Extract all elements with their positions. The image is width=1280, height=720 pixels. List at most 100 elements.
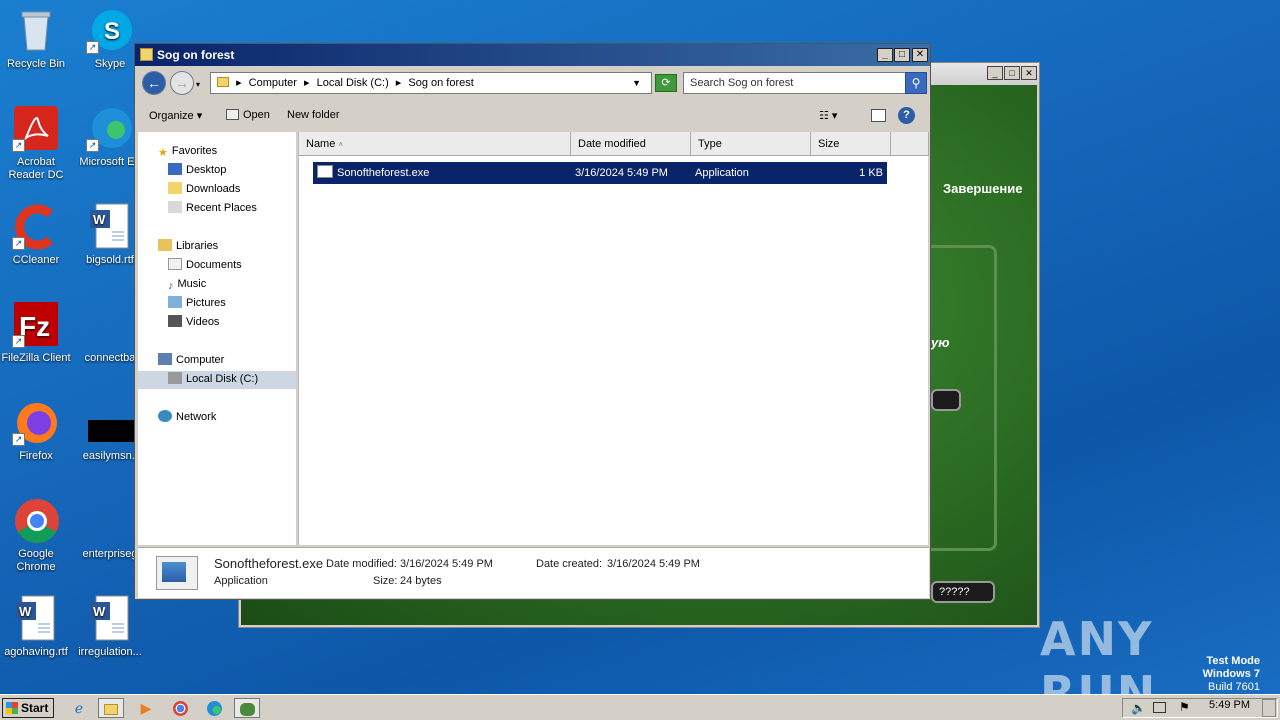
action-center-flag-icon[interactable]: ⚑ xyxy=(1179,700,1190,714)
sidebar-item-local-disk[interactable]: Local Disk (C:) xyxy=(138,371,296,389)
open-button[interactable]: Open xyxy=(226,109,270,121)
details-size-value: 24 bytes xyxy=(400,575,442,587)
organize-button[interactable]: Organize ▾ xyxy=(149,109,202,122)
details-size-label: Size: xyxy=(373,575,398,587)
maximize-button[interactable]: □ xyxy=(894,48,910,62)
preview-pane-icon[interactable] xyxy=(871,109,886,122)
column-header-blank xyxy=(891,132,929,156)
breadcrumb-folder[interactable]: Sog on forest xyxy=(408,77,473,89)
help-icon[interactable]: ? xyxy=(898,107,915,124)
folder-icon xyxy=(140,48,153,61)
breadcrumb-computer[interactable]: Computer xyxy=(249,77,297,89)
application-icon xyxy=(317,165,333,178)
file-date-cell: 3/16/2024 5:49 PM xyxy=(575,167,668,179)
pictures-icon xyxy=(168,296,182,308)
desktop-icon-agohaving[interactable]: W agohaving.rtf xyxy=(0,594,74,659)
word-document-icon: W xyxy=(12,594,60,642)
sidebar-item-computer[interactable]: Computer xyxy=(158,352,224,370)
search-input[interactable]: Search Sog on forest xyxy=(683,72,906,94)
folder-icon xyxy=(217,77,229,87)
svg-text:W: W xyxy=(19,604,32,619)
sidebar-item-favorites[interactable]: ★ Favorites xyxy=(158,143,217,161)
shortcut-arrow-icon: ↗ xyxy=(86,139,99,152)
acrobat-icon: ↗ xyxy=(12,104,60,152)
sidebar-item-videos[interactable]: Videos xyxy=(168,314,219,332)
details-type: Application xyxy=(214,575,268,587)
sidebar-item-pictures[interactable]: Pictures xyxy=(168,295,226,313)
breadcrumb-local-disk[interactable]: Local Disk (C:) xyxy=(317,77,389,89)
desktop-icon-irregulation[interactable]: W irregulation... xyxy=(72,594,148,659)
recent-places-icon xyxy=(168,201,182,213)
table-row[interactable]: Sonoftheforest.exe 3/16/2024 5:49 PM App… xyxy=(313,162,887,184)
search-icon[interactable]: ⚲ xyxy=(905,72,927,94)
file-list[interactable]: Name ˄ Date modified Type Size Sonofthef… xyxy=(298,132,929,545)
details-pane: Sonoftheforest.exe Application Date modi… xyxy=(138,547,929,598)
clock[interactable]: 5:49 PM xyxy=(1209,698,1250,712)
videos-icon xyxy=(168,315,182,327)
network-tray-icon[interactable] xyxy=(1153,702,1166,713)
sidebar-item-documents[interactable]: Documents xyxy=(168,257,242,275)
test-mode-watermark: Test Mode Windows 7 Build 7601 xyxy=(1202,655,1260,693)
explorer-titlebar[interactable]: Sog on forest _ □ ✕ xyxy=(135,44,930,66)
finish-button[interactable]: Завершение xyxy=(943,181,1023,196)
star-icon: ★ xyxy=(158,147,168,159)
green-app-taskbar-icon[interactable] xyxy=(234,698,260,718)
address-bar[interactable]: ▸ Computer ▸ Local Disk (C:) ▸ Sog on fo… xyxy=(210,72,652,94)
downloads-icon xyxy=(168,182,182,194)
windows-logo-icon xyxy=(6,702,18,714)
address-dropdown-icon[interactable]: ▼ xyxy=(632,73,641,93)
media-player-icon[interactable]: ▶ xyxy=(133,698,159,718)
sidebar-item-libraries[interactable]: Libraries xyxy=(158,238,218,256)
desktop-icon-filezilla[interactable]: Fz ↗ FileZilla Client xyxy=(0,300,74,365)
details-filename: Sonoftheforest.exe xyxy=(214,556,324,571)
close-button[interactable]: ✕ xyxy=(1021,66,1037,80)
sidebar-item-desktop[interactable]: Desktop xyxy=(168,162,226,180)
minimize-button[interactable]: _ xyxy=(877,48,893,62)
new-folder-button[interactable]: New folder xyxy=(287,109,340,121)
desktop-icon xyxy=(168,163,182,175)
sidebar-item-music[interactable]: ♪ Music xyxy=(168,276,206,294)
edge-icon: ↗ xyxy=(86,104,134,152)
desktop-icon-acrobat[interactable]: ↗ Acrobat Reader DC xyxy=(0,104,74,182)
desktop-icon-ccleaner[interactable]: ↗ CCleaner xyxy=(0,202,74,267)
column-header-name[interactable]: Name ˄ xyxy=(299,132,571,156)
shortcut-arrow-icon: ↗ xyxy=(12,433,25,446)
back-arrow-icon[interactable]: ← xyxy=(142,71,166,95)
input-pill[interactable] xyxy=(931,389,961,411)
forward-arrow-icon[interactable]: → xyxy=(170,71,194,95)
blank-file-icon xyxy=(86,300,134,348)
desktop-icon-firefox[interactable]: ↗ Firefox xyxy=(0,398,74,463)
sidebar-item-network[interactable]: Network xyxy=(158,409,216,427)
file-type-cell: Application xyxy=(695,167,749,179)
start-button[interactable]: Start xyxy=(2,698,54,718)
sort-arrow-icon: ˄ xyxy=(338,140,344,149)
sidebar-item-recent-places[interactable]: Recent Places xyxy=(168,200,257,218)
explorer-taskbar-icon[interactable] xyxy=(98,698,124,718)
svg-text:W: W xyxy=(93,212,106,227)
view-options-icon[interactable]: ☷ ▾ xyxy=(819,109,837,122)
maximize-button[interactable]: □ xyxy=(1004,66,1020,80)
volume-icon[interactable]: 🔈 xyxy=(1131,701,1146,715)
internet-explorer-icon[interactable]: ℯ xyxy=(66,698,92,718)
svg-text:W: W xyxy=(93,604,106,619)
close-button[interactable]: ✕ xyxy=(912,48,928,62)
sidebar-item-downloads[interactable]: Downloads xyxy=(168,181,240,199)
desktop-icon-recycle-bin[interactable]: Recycle Bin xyxy=(0,6,74,71)
column-header-size[interactable]: Size xyxy=(811,132,891,156)
explorer-window[interactable]: Sog on forest _ □ ✕ ← → ▾ ▸ Computer ▸ L… xyxy=(134,43,931,600)
edge-taskbar-icon[interactable] xyxy=(201,698,227,718)
desktop-icon-chrome[interactable]: Google Chrome xyxy=(0,496,74,574)
history-dropdown-icon[interactable]: ▾ xyxy=(196,80,200,89)
chrome-taskbar-icon[interactable] xyxy=(167,698,193,718)
minimize-button[interactable]: _ xyxy=(987,66,1003,80)
show-desktop-button[interactable] xyxy=(1262,699,1276,717)
filezilla-icon: Fz ↗ xyxy=(12,300,60,348)
chrome-icon xyxy=(12,496,60,544)
details-modified-value: 3/16/2024 5:49 PM xyxy=(400,558,493,570)
column-header-date-modified[interactable]: Date modified xyxy=(571,132,691,156)
refresh-icon[interactable]: ⟳ xyxy=(655,74,677,92)
column-header-type[interactable]: Type xyxy=(691,132,811,156)
libraries-icon xyxy=(158,239,172,251)
shortcut-arrow-icon: ↗ xyxy=(12,139,25,152)
password-pill[interactable]: ????? xyxy=(931,581,995,603)
